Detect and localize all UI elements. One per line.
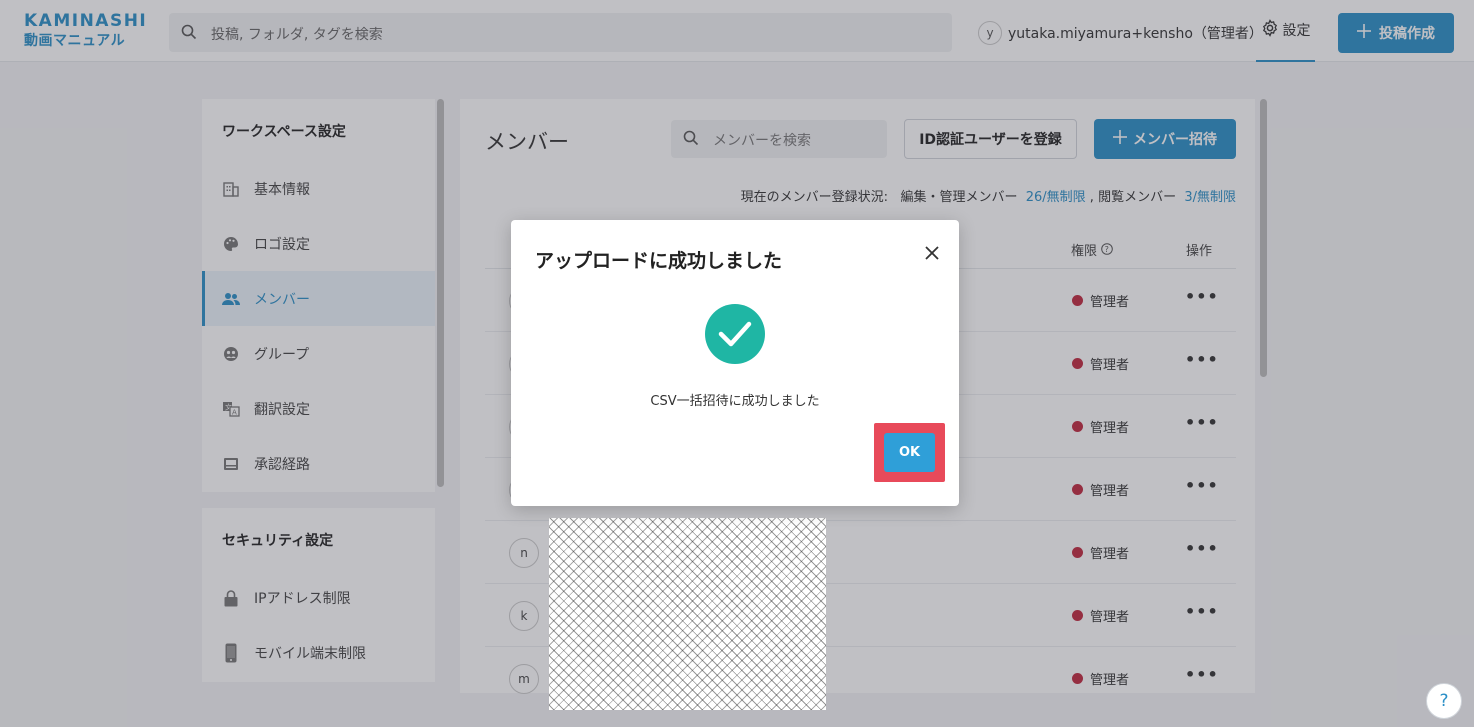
help-button[interactable]: ? xyxy=(1426,683,1462,719)
dialog-message: CSV一括招待に成功しました xyxy=(650,394,820,409)
success-dialog: アップロードに成功しました CSV一括招待に成功しました OK xyxy=(511,220,959,506)
close-icon[interactable] xyxy=(921,242,943,264)
dialog-title: アップロードに成功しました xyxy=(535,250,783,272)
success-check-icon xyxy=(705,304,765,364)
ok-button[interactable]: OK xyxy=(884,433,935,472)
redacted-area xyxy=(549,518,826,710)
